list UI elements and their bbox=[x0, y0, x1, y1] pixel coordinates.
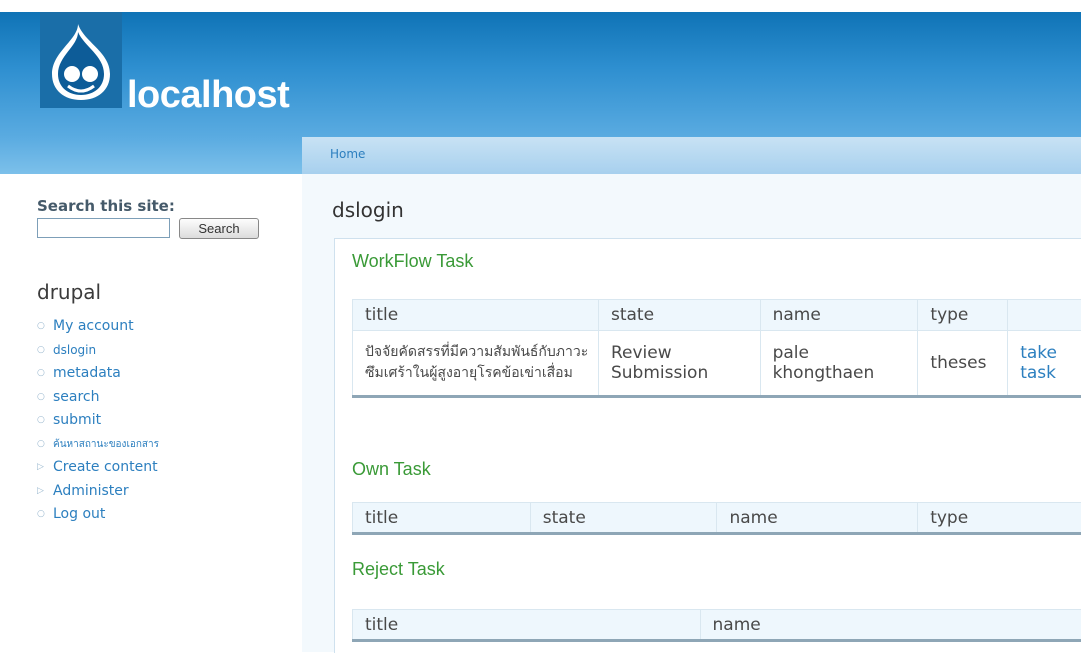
menu-item-dslogin[interactable]: ○dslogin bbox=[37, 339, 159, 363]
navigation-block-title: drupal bbox=[37, 280, 101, 304]
workflow-task-table: title state name type ปัจจัยคัดสรรที่มีค… bbox=[352, 299, 1081, 398]
cell-name: pale khongthaen bbox=[760, 331, 918, 397]
column-header-action bbox=[1008, 300, 1081, 331]
site-header: localhost bbox=[0, 12, 1081, 137]
drop-icon bbox=[44, 18, 118, 104]
column-header-state: state bbox=[530, 503, 717, 534]
table-header-row: title name bbox=[353, 610, 1081, 641]
menu-item-submit[interactable]: ○submit bbox=[37, 409, 159, 433]
own-task-title: Own Task bbox=[352, 459, 431, 480]
bullet-icon: ○ bbox=[37, 315, 53, 339]
bullet-icon: ○ bbox=[37, 433, 53, 457]
cell-type: theses bbox=[918, 331, 1008, 397]
bullet-icon: ○ bbox=[37, 339, 53, 363]
search-button[interactable]: Search bbox=[179, 218, 259, 239]
reject-task-title: Reject Task bbox=[352, 559, 445, 580]
column-header-title: title bbox=[353, 503, 531, 534]
reject-task-table: title name bbox=[352, 609, 1081, 642]
main-content: dslogin WorkFlow Task title state name t… bbox=[302, 174, 1081, 652]
sidebar-band bbox=[0, 137, 302, 174]
bullet-icon: ○ bbox=[37, 386, 53, 410]
menu-item-document-status[interactable]: ○ค้นหาสถานะของเอกสาร bbox=[37, 433, 159, 457]
menu-item-search[interactable]: ○search bbox=[37, 386, 159, 410]
bullet-icon: ○ bbox=[37, 409, 53, 433]
menu-item-metadata[interactable]: ○metadata bbox=[37, 362, 159, 386]
table-header-row: title state name type bbox=[353, 300, 1081, 331]
bullet-icon: ○ bbox=[37, 503, 53, 527]
column-header-name: name bbox=[760, 300, 918, 331]
menu-item-administer[interactable]: ▷Administer bbox=[37, 480, 159, 504]
own-task-table: title state name type bbox=[352, 502, 1081, 535]
collapsed-arrow-icon: ▷ bbox=[37, 480, 53, 504]
column-header-name: name bbox=[717, 503, 918, 534]
column-header-type: type bbox=[918, 300, 1008, 331]
column-header-state: state bbox=[598, 300, 760, 331]
search-label: Search this site: bbox=[37, 197, 175, 215]
bullet-icon: ○ bbox=[37, 362, 53, 386]
page-title: dslogin bbox=[332, 198, 404, 222]
cell-state: Review Submission bbox=[598, 331, 760, 397]
search-input[interactable] bbox=[37, 218, 170, 238]
column-header-title: title bbox=[353, 300, 599, 331]
table-header-row: title state name type bbox=[353, 503, 1081, 534]
cell-title: ปัจจัยคัดสรรที่มีความสัมพันธ์กับภาวะซึมเ… bbox=[353, 331, 599, 397]
task-panel: WorkFlow Task title state name type ปัจจ… bbox=[334, 238, 1081, 653]
menu-item-log-out[interactable]: ○Log out bbox=[37, 503, 159, 527]
breadcrumb-home[interactable]: Home bbox=[330, 147, 365, 161]
menu-item-create-content[interactable]: ▷Create content bbox=[37, 456, 159, 480]
collapsed-arrow-icon: ▷ bbox=[37, 456, 53, 480]
column-header-name: name bbox=[700, 610, 1081, 641]
workflow-task-title: WorkFlow Task bbox=[352, 251, 473, 272]
drupal-logo-icon[interactable] bbox=[40, 12, 122, 108]
take-task-link[interactable]: take task bbox=[1008, 331, 1081, 397]
column-header-title: title bbox=[353, 610, 701, 641]
table-row: ปัจจัยคัดสรรที่มีความสัมพันธ์กับภาวะซึมเ… bbox=[353, 331, 1081, 397]
breadcrumb-bar: Home bbox=[302, 137, 1081, 174]
navigation-menu: ○My account ○dslogin ○metadata ○search ○… bbox=[37, 315, 159, 527]
column-header-type: type bbox=[918, 503, 1081, 534]
site-name[interactable]: localhost bbox=[127, 74, 289, 117]
sidebar: Search this site: Search drupal ○My acco… bbox=[0, 137, 302, 652]
menu-item-my-account[interactable]: ○My account bbox=[37, 315, 159, 339]
